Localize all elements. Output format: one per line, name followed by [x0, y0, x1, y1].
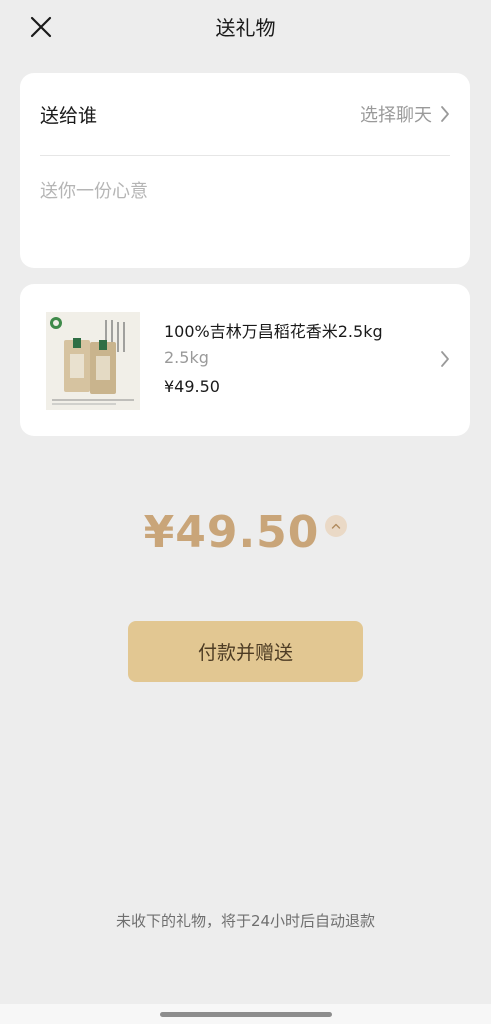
chevron-right-icon	[441, 351, 449, 367]
select-recipient-row[interactable]: 送给谁 选择聊天	[40, 73, 450, 155]
divider	[40, 155, 450, 156]
pay-and-send-button[interactable]: 付款并赠送	[128, 621, 363, 682]
rice-bag-image	[46, 312, 140, 410]
product-card[interactable]: 100%吉林万昌稻花香米2.5kg 2.5kg ¥49.50	[20, 284, 470, 436]
total-section: ¥49.50	[0, 500, 491, 564]
recipient-label: 送给谁	[40, 104, 98, 127]
header: 送礼物	[0, 0, 491, 52]
home-indicator[interactable]	[160, 1012, 332, 1017]
total-details-toggle[interactable]	[325, 515, 348, 537]
recipient-action-group: 选择聊天	[360, 101, 450, 127]
page-title: 送礼物	[215, 16, 276, 40]
refund-notice: 未收下的礼物，将于24小时后自动退款	[115, 912, 376, 930]
select-chat-text: 选择聊天	[360, 105, 432, 126]
gift-message-input[interactable]	[40, 173, 450, 237]
product-spec: 2.5kg	[164, 348, 209, 367]
recipient-card: 送给谁 选择聊天	[20, 73, 470, 268]
chevron-right-icon	[441, 106, 449, 122]
product-name: 100%吉林万昌稻花香米2.5kg	[164, 322, 383, 341]
product-chevron	[440, 350, 450, 372]
chevron-up-icon	[332, 523, 341, 529]
total-amount: ¥49.50	[143, 506, 320, 558]
product-price: ¥49.50	[164, 377, 220, 396]
product-image	[46, 312, 140, 410]
